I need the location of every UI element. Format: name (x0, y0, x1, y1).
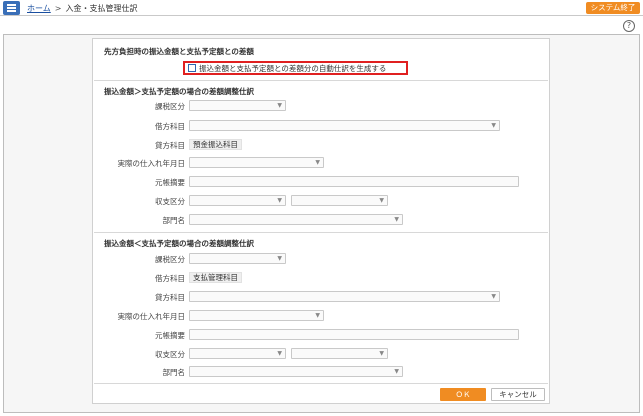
chevron-down-icon: ▼ (315, 312, 320, 319)
ledger-summary-label: 元帳摘要 (155, 178, 185, 187)
tax-category-select[interactable]: ▼ (189, 100, 286, 111)
credit-account-value: 預金振込科目 (189, 139, 242, 150)
chevron-down-icon: ▼ (277, 255, 282, 262)
divider (94, 80, 548, 81)
chevron-down-icon: ▼ (315, 159, 320, 166)
chevron-down-icon: ▼ (394, 216, 399, 223)
income-expense-category-select[interactable]: ▼ (189, 348, 286, 359)
income-expense-category-select[interactable]: ▼ (189, 195, 286, 206)
debit-account-label: 借方科目 (155, 274, 185, 283)
diff-section-title: 先方負担時の振込金額と支払予定額との差額 (104, 47, 254, 56)
divider (94, 383, 548, 384)
less-section-title: 振込金額＜支払予定額の場合の差額調整仕訳 (104, 239, 254, 248)
chevron-down-icon: ▼ (491, 122, 496, 129)
actual-purchase-date-select[interactable]: ▼ (189, 157, 324, 168)
breadcrumb-separator: > (54, 4, 62, 13)
checkbox-box[interactable] (188, 64, 196, 72)
credit-account-label: 貸方科目 (155, 141, 185, 150)
income-expense-category-label: 収支区分 (155, 197, 185, 206)
tax-category-label: 課税区分 (155, 255, 185, 264)
credit-account-select[interactable]: ▼ (189, 291, 500, 302)
income-expense-subcategory-select[interactable]: ▼ (291, 195, 388, 206)
greater-section-title: 振込金額＞支払予定額の場合の差額調整仕訳 (104, 87, 254, 96)
breadcrumb: ホーム > 入金・支払管理仕訳 (27, 3, 137, 14)
top-bar: ホーム > 入金・支払管理仕訳 システム終了 (0, 0, 643, 16)
income-expense-category-label: 収支区分 (155, 350, 185, 359)
chevron-down-icon: ▼ (277, 350, 282, 357)
department-label: 部門名 (162, 368, 186, 377)
actual-purchase-date-label: 実際の仕入れ年月日 (117, 312, 186, 321)
debit-account-label: 借方科目 (155, 122, 185, 131)
help-circle-icon[interactable]: ? (623, 20, 635, 32)
chevron-down-icon: ▼ (379, 350, 384, 357)
chevron-down-icon: ▼ (277, 102, 282, 109)
actual-purchase-date-select[interactable]: ▼ (189, 310, 324, 321)
tax-category-select[interactable]: ▼ (189, 253, 286, 264)
department-select[interactable]: ▼ (189, 366, 403, 377)
system-exit-button[interactable]: システム終了 (586, 2, 640, 14)
debit-account-value: 支払管理科目 (189, 272, 242, 283)
actual-purchase-date-label: 実際の仕入れ年月日 (117, 159, 186, 168)
debit-account-select[interactable]: ▼ (189, 120, 500, 131)
chevron-down-icon: ▼ (491, 293, 496, 300)
generate-diff-journal-checkbox[interactable]: 振込金額と支払予定額との差額分の自動仕訳を生成する (183, 61, 408, 75)
income-expense-subcategory-select[interactable]: ▼ (291, 348, 388, 359)
department-label: 部門名 (162, 216, 186, 225)
ledger-summary-input[interactable] (189, 329, 519, 340)
breadcrumb-home-link[interactable]: ホーム (27, 4, 51, 13)
chevron-down-icon: ▼ (277, 197, 282, 204)
chevron-down-icon: ▼ (394, 368, 399, 375)
divider (94, 232, 548, 233)
hamburger-menu-icon[interactable] (3, 1, 20, 15)
department-select[interactable]: ▼ (189, 214, 403, 225)
breadcrumb-current: 入金・支払管理仕訳 (65, 4, 138, 13)
credit-account-label: 貸方科目 (155, 293, 185, 302)
ledger-summary-input[interactable] (189, 176, 519, 187)
generate-diff-journal-label: 振込金額と支払予定額との差額分の自動仕訳を生成する (199, 63, 387, 73)
ok-button[interactable]: ＯＫ (440, 388, 486, 401)
cancel-button[interactable]: キャンセル (491, 388, 545, 401)
ledger-summary-label: 元帳摘要 (155, 331, 185, 340)
chevron-down-icon: ▼ (379, 197, 384, 204)
tax-category-label: 課税区分 (155, 102, 185, 111)
